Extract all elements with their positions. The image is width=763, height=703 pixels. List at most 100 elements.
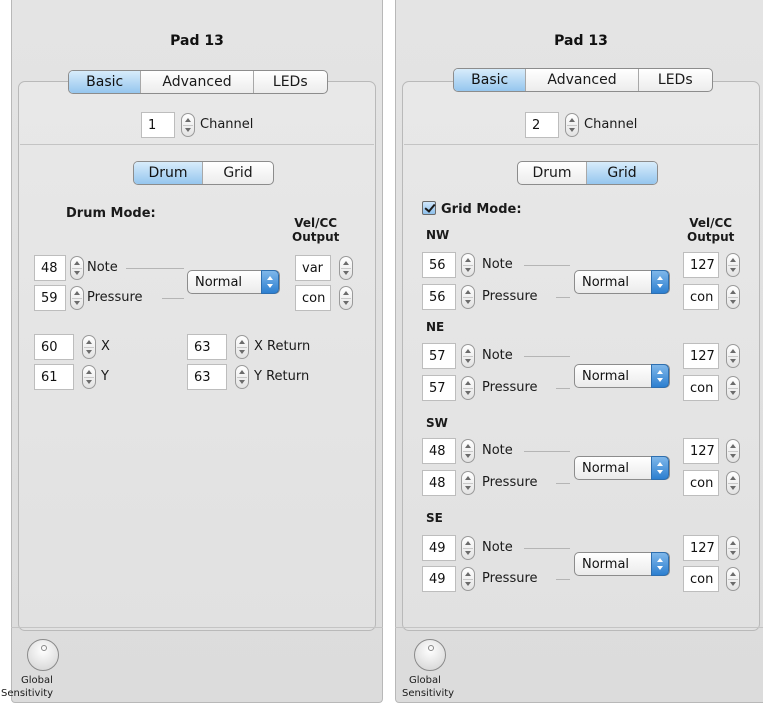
note-output-field[interactable]: 127 [683, 252, 719, 278]
channel-field[interactable]: 2 [525, 112, 559, 138]
note-output-stepper[interactable] [726, 439, 740, 463]
tab-advanced[interactable]: Advanced [526, 69, 639, 91]
pressure-output-field[interactable]: con [683, 566, 719, 592]
pressure-output-stepper[interactable] [339, 286, 353, 310]
pressure-field[interactable]: 59 [34, 285, 66, 311]
pressure-field[interactable]: 56 [422, 284, 456, 310]
pressure-stepper[interactable] [70, 286, 84, 310]
grid-mode-checkbox[interactable] [422, 201, 436, 215]
note-field[interactable]: 48 [422, 438, 456, 464]
note-stepper[interactable] [461, 344, 475, 368]
stepper-divider [728, 579, 738, 580]
tab-drum[interactable]: Drum [134, 162, 204, 184]
mode-select[interactable]: Normal [574, 456, 670, 480]
note-output-stepper[interactable] [726, 253, 740, 277]
y-return-field[interactable]: 63 [187, 364, 227, 390]
note-field[interactable]: 49 [422, 535, 456, 561]
connector-line [556, 579, 570, 580]
note-stepper[interactable] [461, 253, 475, 277]
knob-label: Sensitivity [402, 688, 455, 699]
tab-leds[interactable]: LEDs [639, 69, 712, 91]
x-field[interactable]: 60 [34, 334, 74, 360]
output-heading: Vel/CC Output [292, 216, 340, 244]
note-output-field[interactable]: 127 [683, 438, 719, 464]
output-heading: Vel/CC Output [687, 216, 735, 244]
connector-line [556, 297, 570, 298]
pressure-output-field[interactable]: con [683, 375, 719, 401]
stepper-divider [463, 451, 473, 452]
x-stepper[interactable] [82, 335, 96, 359]
pressure-field[interactable]: 57 [422, 375, 456, 401]
stepper-divider [728, 356, 738, 357]
tab-grid[interactable]: Grid [203, 162, 273, 184]
pressure-field[interactable]: 49 [422, 566, 456, 592]
y-stepper[interactable] [82, 365, 96, 389]
y-label: Y [101, 369, 109, 384]
select-arrow-icon [261, 270, 279, 294]
mode-select[interactable]: Normal [574, 364, 670, 388]
note-label: Note [87, 260, 118, 275]
pressure-stepper[interactable] [461, 285, 475, 309]
note-stepper[interactable] [461, 439, 475, 463]
tab-basic[interactable]: Basic [454, 69, 527, 91]
pressure-output-stepper[interactable] [726, 376, 740, 400]
pressure-output-field[interactable]: con [683, 284, 719, 310]
pressure-output-stepper[interactable] [726, 471, 740, 495]
pad-panel-left: Pad 13 Basic Advanced LEDs 1 Channel Dru… [1, 0, 383, 703]
note-stepper[interactable] [70, 256, 84, 280]
y-field[interactable]: 61 [34, 364, 74, 390]
pressure-label: Pressure [482, 289, 538, 304]
pressure-output-field[interactable]: con [295, 285, 331, 311]
tab-drum[interactable]: Drum [518, 162, 588, 184]
stepper-divider [463, 548, 473, 549]
note-output-stepper[interactable] [339, 256, 353, 280]
tab-advanced[interactable]: Advanced [141, 71, 254, 93]
pressure-label: Pressure [482, 475, 538, 490]
mode-select[interactable]: Normal [187, 270, 280, 294]
connector-line [162, 298, 184, 299]
pressure-stepper[interactable] [461, 471, 475, 495]
tab-leds[interactable]: LEDs [254, 71, 327, 93]
stepper-divider [463, 356, 473, 357]
stepper-divider [183, 125, 193, 126]
x-return-stepper[interactable] [235, 335, 249, 359]
select-arrow-icon [651, 270, 669, 294]
pad-panel-right: Pad 13 Basic Advanced LEDs 2 Channel Dru… [395, 0, 763, 703]
connector-line [524, 548, 570, 549]
y-return-stepper[interactable] [235, 365, 249, 389]
pressure-output-stepper[interactable] [726, 285, 740, 309]
mode-heading: Grid Mode: [441, 202, 522, 217]
pressure-output-field[interactable]: con [683, 470, 719, 496]
channel-field[interactable]: 1 [141, 112, 175, 138]
global-sensitivity-knob[interactable] [414, 639, 446, 671]
note-field[interactable]: 57 [422, 343, 456, 369]
note-output-field[interactable]: 127 [683, 535, 719, 561]
channel-stepper[interactable] [181, 113, 195, 137]
mode-select[interactable]: Normal [574, 552, 670, 576]
note-output-stepper[interactable] [726, 536, 740, 560]
mode-select[interactable]: Normal [574, 270, 670, 294]
note-field[interactable]: 48 [34, 255, 66, 281]
knob-label: Global [21, 675, 53, 686]
channel-stepper[interactable] [565, 113, 579, 137]
connector-line [126, 268, 184, 269]
pressure-stepper[interactable] [461, 376, 475, 400]
pressure-field[interactable]: 48 [422, 470, 456, 496]
pressure-stepper[interactable] [461, 567, 475, 591]
stepper-divider [463, 483, 473, 484]
tab-basic[interactable]: Basic [69, 71, 142, 93]
note-output-field[interactable]: var [295, 255, 331, 281]
note-field[interactable]: 56 [422, 252, 456, 278]
global-sensitivity-knob[interactable] [27, 639, 59, 671]
group-label-nw: NW [426, 228, 450, 242]
pressure-label: Pressure [87, 290, 143, 305]
tab-grid[interactable]: Grid [587, 162, 657, 184]
x-return-field[interactable]: 63 [187, 334, 227, 360]
pad-title: Pad 13 [554, 33, 608, 49]
pressure-output-stepper[interactable] [726, 567, 740, 591]
note-stepper[interactable] [461, 536, 475, 560]
stepper-divider [463, 297, 473, 298]
note-output-field[interactable]: 127 [683, 343, 719, 369]
knob-label: Sensitivity [1, 688, 54, 699]
note-output-stepper[interactable] [726, 344, 740, 368]
